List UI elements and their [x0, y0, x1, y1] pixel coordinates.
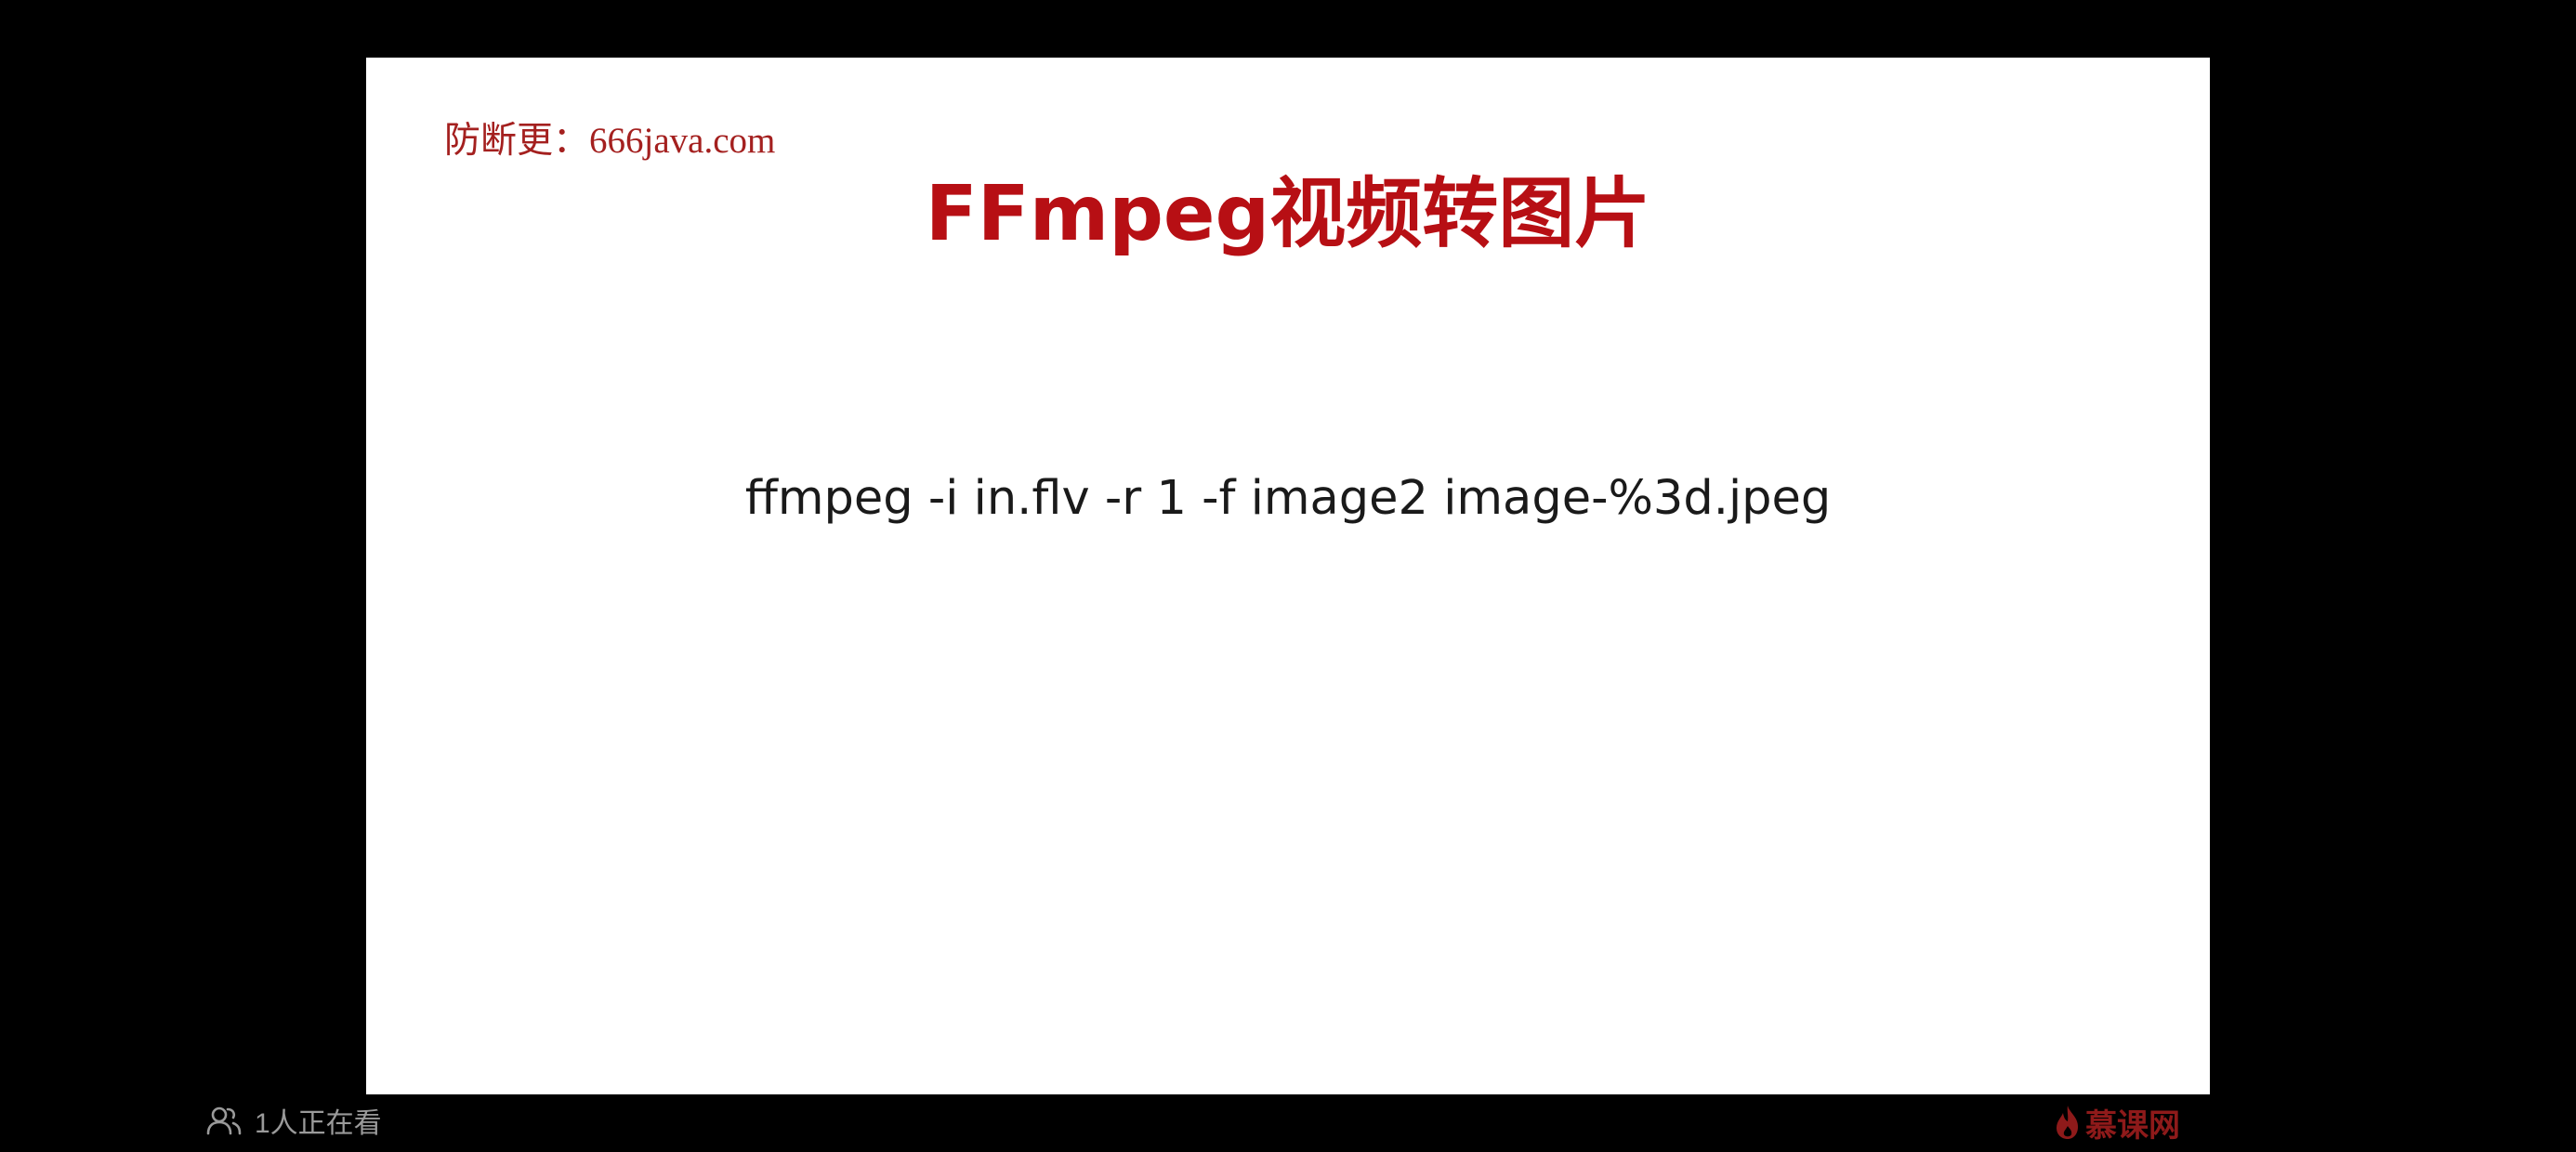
flame-icon	[2054, 1104, 2082, 1141]
brand-logo: 慕课网	[2054, 1102, 2180, 1144]
video-player[interactable]: 防断更：666java.com FFmpeg视频转图片 ffmpeg -i in…	[0, 0, 2576, 1152]
brand-name: 慕课网	[2085, 1107, 2180, 1144]
viewer-count: 1人正在看	[206, 1100, 382, 1141]
command-text: ffmpeg -i in.flv -r 1 -f image2 image-%3…	[744, 471, 1832, 526]
people-icon	[206, 1105, 242, 1136]
viewer-count-label: 1人正在看	[255, 1108, 382, 1139]
slide-title: FFmpeg视频转图片	[925, 170, 1651, 258]
slide-frame: 防断更：666java.com FFmpeg视频转图片 ffmpeg -i in…	[366, 58, 2210, 1094]
watermark-text: 防断更：666java.com	[444, 121, 776, 161]
